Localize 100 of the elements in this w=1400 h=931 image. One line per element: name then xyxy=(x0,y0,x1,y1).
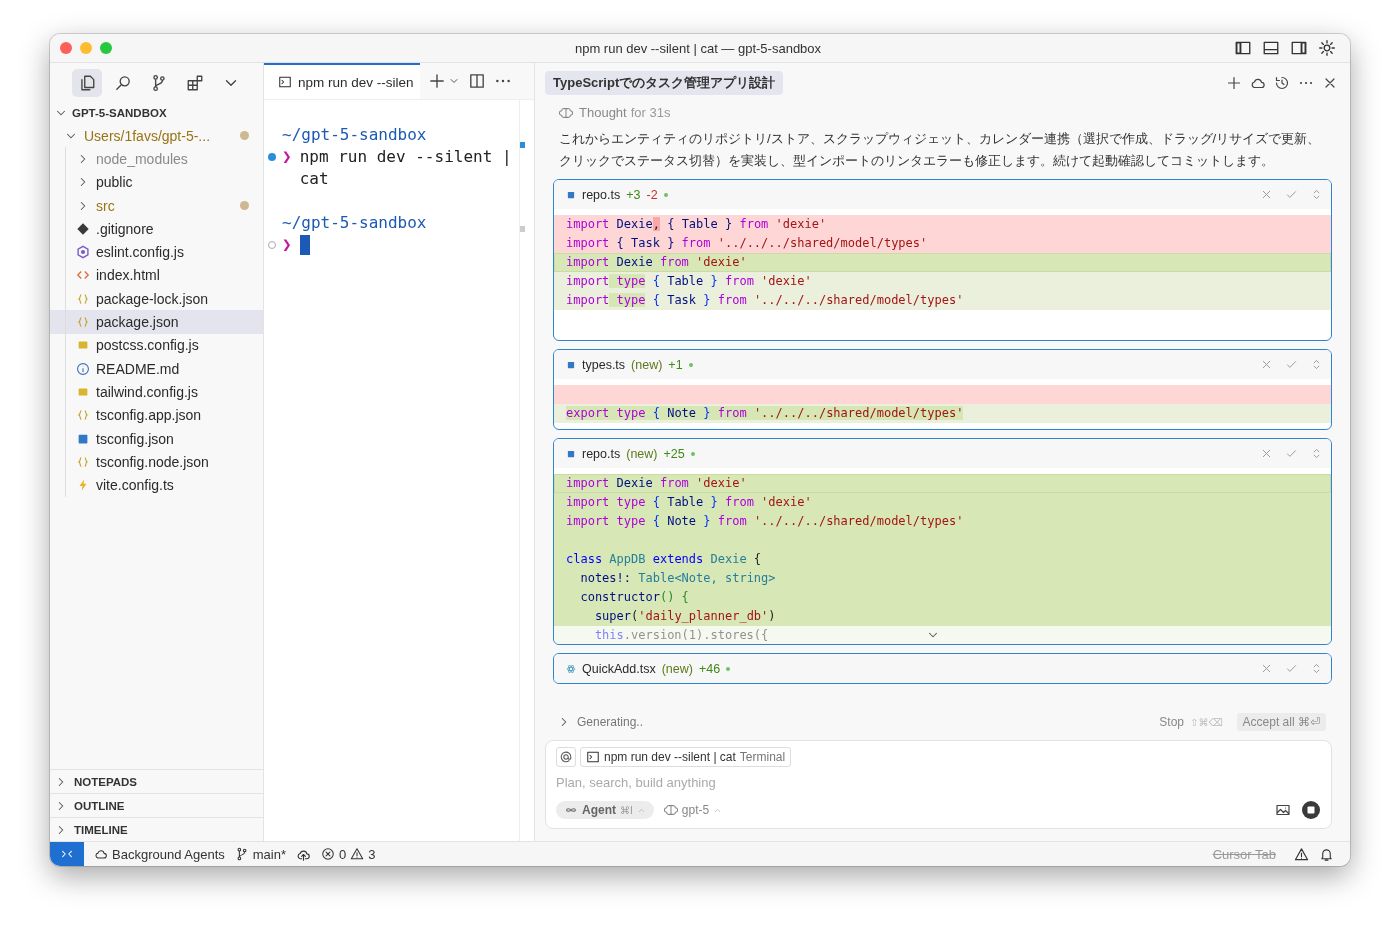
shortcut-hint: ⇧⌘⌫ xyxy=(1190,716,1223,728)
error-icon xyxy=(321,847,335,861)
files-tab[interactable] xyxy=(72,69,102,97)
explorer-header[interactable]: GPT-5-SANDBOX xyxy=(50,101,263,124)
mode-dropdown[interactable]: Agent ⌘I xyxy=(556,801,654,819)
model-dropdown[interactable]: gpt-5 xyxy=(663,803,723,817)
json-file-icon xyxy=(76,408,90,423)
stop-icon[interactable] xyxy=(1301,800,1321,820)
stop-button[interactable]: Stop xyxy=(1159,715,1185,729)
status-dot xyxy=(726,666,731,671)
context-chip[interactable]: npm run dev --silent | cat Terminal xyxy=(580,747,792,767)
toggle-panel-icon[interactable] xyxy=(1262,39,1280,57)
file-name[interactable]: QuickAdd.tsx xyxy=(582,661,656,676)
image-icon[interactable] xyxy=(1275,802,1291,818)
ts-file-icon xyxy=(566,448,576,459)
tree-item[interactable]: src xyxy=(50,193,263,218)
modified-dot xyxy=(240,131,249,141)
problems-button[interactable]: 0 3 xyxy=(321,846,376,862)
reject-icon[interactable] xyxy=(1260,358,1273,371)
split-icon[interactable] xyxy=(467,72,486,90)
toggle-sidebar-icon[interactable] xyxy=(1234,39,1252,57)
history-icon[interactable] xyxy=(1274,75,1290,91)
json-file-icon xyxy=(76,454,90,469)
chat-tab[interactable]: TypeScriptでのタスク管理アプリ設計 xyxy=(545,71,784,95)
tree-item[interactable]: package.json xyxy=(50,310,263,334)
tree-item[interactable]: vite.config.ts xyxy=(50,473,263,497)
terminal-tab[interactable]: npm run dev --silen xyxy=(264,63,420,99)
new-file-tag: (new) xyxy=(631,357,663,372)
thought-duration: for 31s xyxy=(630,105,671,120)
branch-icon xyxy=(150,74,168,92)
assistant-message: これからエンティティのリポジトリ/ストア、スクラップウィジェット、カレンダー連携（選択で作成、ドラッグ/リサイズで更新、クリックでステータス切替）を実装し、型インポートのリンタエラーも修正します。続けて起動確認してコミットします。 xyxy=(559,130,1322,170)
terminal-command: npm run dev --silent | cat xyxy=(299,146,513,190)
scroll-marker xyxy=(520,142,525,148)
explorer-title: GPT-5-SANDBOX xyxy=(72,106,167,119)
chat-input[interactable]: Plan, search, build anything xyxy=(556,767,1321,800)
generating-label: Generating.. xyxy=(577,715,644,729)
ts-file-icon xyxy=(566,189,576,200)
reject-icon[interactable] xyxy=(1260,447,1273,460)
warning-icon[interactable] xyxy=(1294,846,1309,862)
file-name[interactable]: types.ts xyxy=(582,357,626,372)
extensions-icon xyxy=(186,74,204,92)
warning-icon xyxy=(350,847,365,861)
search-icon xyxy=(114,74,132,92)
new-terminal-icon[interactable] xyxy=(427,72,446,90)
terminal-path: ~/gpt-5-sandbox xyxy=(281,124,428,146)
mode-label: Agent xyxy=(582,803,616,817)
info-file-icon xyxy=(76,361,90,376)
react-file-icon xyxy=(566,663,576,674)
notifications-icon[interactable] xyxy=(1319,846,1334,862)
cloud-icon xyxy=(94,847,108,861)
toggle-secondary-sidebar-icon[interactable] xyxy=(1290,39,1308,57)
added-count: +25 xyxy=(663,446,685,461)
window-title: npm run dev --silent | cat — gpt-5-sandbox xyxy=(573,40,823,56)
modified-dot xyxy=(240,201,249,211)
terminal-path: ~/gpt-5-sandbox xyxy=(281,212,428,234)
new-file-tag: (new) xyxy=(626,446,658,461)
tree-item[interactable]: tailwind.config.js xyxy=(50,380,263,404)
tree-item[interactable]: tsconfig.app.json xyxy=(50,403,263,427)
prompt-symbol: ❯ xyxy=(282,234,292,256)
status-dot xyxy=(690,451,695,456)
tree-item[interactable]: index.html xyxy=(50,263,263,288)
text-cursor xyxy=(299,235,310,255)
chat-input-box[interactable]: npm run dev --silent | cat Terminal Plan, search, build anything Agent ⌘I gpt-5 xyxy=(545,740,1332,829)
new-chat-icon[interactable] xyxy=(1226,75,1242,91)
json-file-icon xyxy=(76,315,90,329)
error-count: 0 xyxy=(339,846,347,862)
tree-item[interactable]: README.md xyxy=(50,356,263,381)
json-file-icon xyxy=(76,291,90,306)
ts-file-icon xyxy=(566,359,576,370)
tree-item[interactable]: tsconfig.node.json xyxy=(50,450,263,474)
file-name[interactable]: repo.ts xyxy=(582,446,621,461)
added-count: +46 xyxy=(698,661,721,676)
reject-icon[interactable] xyxy=(1260,188,1273,201)
scroll-marker xyxy=(520,226,525,232)
settings-icon[interactable] xyxy=(1318,39,1336,57)
tree-item[interactable]: Users/1favs/gpt-5-... xyxy=(50,124,263,148)
git-file-icon xyxy=(76,221,90,236)
context-type: Terminal xyxy=(739,750,786,764)
new-file-tag: (new) xyxy=(661,661,693,676)
tree-item[interactable]: postcss.config.js xyxy=(50,333,263,357)
model-label: gpt-5 xyxy=(681,803,710,817)
mention-button[interactable] xyxy=(556,747,576,767)
added-count: +3 xyxy=(626,187,641,202)
terminal-icon xyxy=(586,750,600,764)
section-header[interactable]: NOTEPADS xyxy=(50,769,263,793)
tree-item[interactable]: tsconfig.json xyxy=(50,426,263,451)
tree-item[interactable]: eslint.config.js xyxy=(50,240,263,264)
context-label: npm run dev --silent | cat xyxy=(604,750,736,764)
background-agents-button[interactable]: Background Agents xyxy=(94,846,225,862)
close-window-button[interactable] xyxy=(60,42,72,54)
tree-item[interactable]: .gitignore xyxy=(50,217,263,241)
shortcut-hint: ⌘I xyxy=(620,804,633,816)
reject-icon[interactable] xyxy=(1260,662,1273,675)
tree-item[interactable]: public xyxy=(50,170,263,194)
branch-button[interactable]: main* xyxy=(234,846,286,862)
branch-icon xyxy=(234,847,249,861)
file-name[interactable]: repo.ts xyxy=(582,187,621,202)
remote-button[interactable] xyxy=(50,842,84,866)
terminal-icon xyxy=(278,75,292,89)
section-header[interactable]: OUTLINE xyxy=(50,793,263,817)
